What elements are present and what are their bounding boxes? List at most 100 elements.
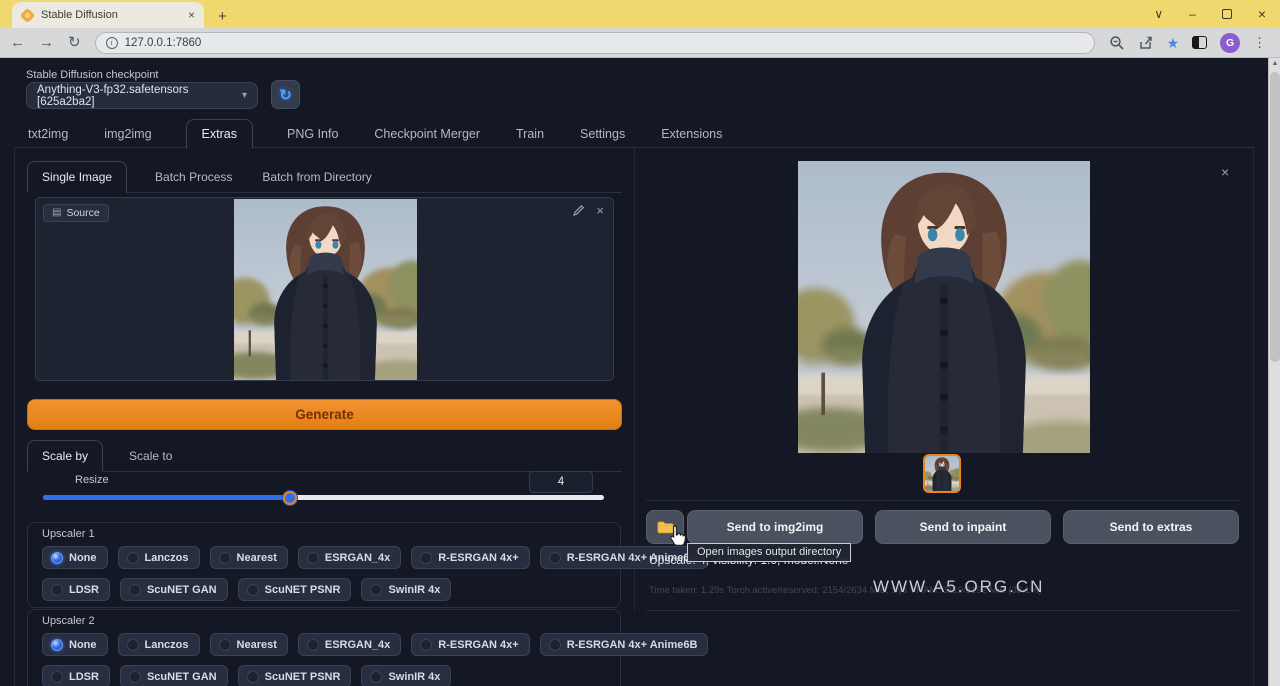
mode-tab-single-image[interactable]: Single Image	[27, 161, 127, 193]
upscaler-option-scunet-psnr[interactable]: ScuNET PSNR	[238, 665, 352, 686]
result-image[interactable]	[798, 161, 1090, 453]
radio-icon[interactable]	[129, 671, 141, 683]
tab-extras[interactable]: Extras	[186, 119, 253, 149]
upscaler-option-swinir-4x[interactable]: SwinIR 4x	[361, 665, 451, 686]
tab-png-info[interactable]: PNG Info	[285, 120, 340, 148]
gallery-thumbnail[interactable]	[923, 454, 961, 493]
close-result-icon[interactable]: ×	[1221, 164, 1229, 180]
radio-icon[interactable]	[51, 639, 63, 651]
source-image	[234, 199, 417, 380]
upscaler-option-scunet-psnr[interactable]: ScuNET PSNR	[238, 578, 352, 601]
upscaler-option-lanczos[interactable]: Lanczos	[118, 633, 200, 656]
tab-img2img[interactable]: img2img	[102, 120, 153, 148]
restore-icon[interactable]	[1222, 9, 1232, 19]
radio-icon[interactable]	[219, 639, 231, 651]
share-icon[interactable]	[1138, 35, 1154, 51]
scrollbar-thumb[interactable]	[1270, 72, 1280, 362]
browser-tab[interactable]: Stable Diffusion ×	[12, 2, 204, 28]
radio-icon[interactable]	[420, 639, 432, 651]
radio-icon[interactable]	[51, 552, 63, 564]
window-chevron-icon[interactable]: ∨	[1154, 8, 1163, 20]
radio-icon[interactable]	[219, 552, 231, 564]
radio-icon[interactable]	[307, 639, 319, 651]
upscaler-option-none[interactable]: None	[42, 633, 108, 656]
upscaler-option-esrgan-4x[interactable]: ESRGAN_4x	[298, 633, 401, 656]
radio-icon[interactable]	[307, 552, 319, 564]
sidepanel-icon[interactable]	[1192, 36, 1207, 49]
radio-icon[interactable]	[129, 584, 141, 596]
radio-icon[interactable]	[127, 639, 139, 651]
mode-tab-batch-process[interactable]: Batch Process	[153, 162, 234, 192]
tab-settings[interactable]: Settings	[578, 120, 627, 148]
back-icon[interactable]: ←	[10, 35, 25, 50]
radio-icon[interactable]	[51, 584, 63, 596]
upscaler-option-swinir-4x[interactable]: SwinIR 4x	[361, 578, 451, 601]
minimize-icon[interactable]: –	[1189, 8, 1196, 20]
site-info-icon[interactable]: i	[106, 37, 118, 49]
radio-icon[interactable]	[127, 552, 139, 564]
resize-value-input[interactable]: 4	[529, 471, 593, 493]
bookmark-star-icon[interactable]: ★	[1167, 36, 1180, 50]
clear-image-icon[interactable]: ×	[596, 204, 604, 217]
send-to-img2img-button[interactable]: Send to img2img	[687, 510, 863, 544]
upscaler-option-ldsr[interactable]: LDSR	[42, 665, 110, 686]
tab-close-icon[interactable]: ×	[188, 8, 195, 22]
column-divider	[634, 148, 635, 611]
upscaler-option-r-esrgan-4x-[interactable]: R-ESRGAN 4x+	[411, 546, 529, 569]
upscaler1-group: Upscaler 1 None Lanczos Nearest ESRGAN_4x R-…	[27, 522, 621, 608]
scale-tab-scale-by[interactable]: Scale by	[27, 440, 103, 472]
menu-dots-icon[interactable]: ⋮	[1253, 35, 1266, 51]
option-label: SwinIR 4x	[388, 671, 440, 683]
refresh-checkpoint-button[interactable]: ↻	[271, 80, 300, 109]
favicon	[21, 9, 34, 22]
radio-icon[interactable]	[549, 552, 561, 564]
profile-avatar[interactable]: G	[1220, 33, 1240, 53]
window-close-icon[interactable]: ×	[1258, 7, 1266, 21]
upscaler-option-lanczos[interactable]: Lanczos	[118, 546, 200, 569]
upscaler-option-r-esrgan-4x-anime6b[interactable]: R-ESRGAN 4x+ Anime6B	[540, 633, 709, 656]
upscaler-option-scunet-gan[interactable]: ScuNET GAN	[120, 578, 228, 601]
tab-title: Stable Diffusion	[41, 9, 181, 21]
extras-tab-content: Single Image Batch Process Batch from Dire…	[14, 147, 1254, 686]
send-to-inpaint-button[interactable]: Send to inpaint	[875, 510, 1051, 544]
page-scrollbar[interactable]: ▲	[1268, 58, 1280, 686]
edit-pencil-icon[interactable]	[572, 204, 585, 217]
send-to-extras-button[interactable]: Send to extras	[1063, 510, 1239, 544]
tab-checkpoint-merger[interactable]: Checkpoint Merger	[372, 120, 482, 148]
upscaler-option-r-esrgan-4x-[interactable]: R-ESRGAN 4x+	[411, 633, 529, 656]
upscaler-option-ldsr[interactable]: LDSR	[42, 578, 110, 601]
resize-slider[interactable]	[43, 495, 604, 500]
scale-tab-scale-to[interactable]: Scale to	[127, 441, 174, 471]
radio-icon[interactable]	[549, 639, 561, 651]
option-label: Nearest	[237, 552, 277, 564]
upscaler-option-nearest[interactable]: Nearest	[210, 546, 288, 569]
hand-cursor	[667, 524, 689, 548]
new-tab-button[interactable]: +	[218, 9, 227, 24]
mode-tab-batch-from-directory[interactable]: Batch from Directory	[260, 162, 373, 192]
zoom-icon[interactable]	[1109, 35, 1125, 51]
source-image-dropzone[interactable]: ▤ Source ×	[35, 197, 614, 381]
tab-train[interactable]: Train	[514, 120, 546, 148]
radio-icon[interactable]	[51, 671, 63, 683]
scroll-up-icon[interactable]: ▲	[1269, 60, 1280, 67]
option-label: R-ESRGAN 4x+	[438, 639, 518, 651]
radio-icon[interactable]	[247, 671, 259, 683]
slider-thumb[interactable]	[283, 491, 297, 505]
checkpoint-dropdown[interactable]: Anything-V3-fp32.safetensors [625a2ba2] …	[26, 82, 258, 109]
radio-icon[interactable]	[370, 671, 382, 683]
generate-button[interactable]: Generate	[27, 399, 622, 430]
tab-txt2img[interactable]: txt2img	[26, 120, 70, 148]
chevron-down-icon: ▾	[242, 90, 247, 101]
upscaler1-label: Upscaler 1	[42, 528, 95, 540]
upscaler-option-nearest[interactable]: Nearest	[210, 633, 288, 656]
radio-icon[interactable]	[370, 584, 382, 596]
upscaler-option-scunet-gan[interactable]: ScuNET GAN	[120, 665, 228, 686]
tab-extensions[interactable]: Extensions	[659, 120, 724, 148]
upscaler-option-none[interactable]: None	[42, 546, 108, 569]
forward-icon[interactable]: →	[39, 35, 54, 50]
reload-icon[interactable]: ↻	[68, 35, 81, 50]
radio-icon[interactable]	[247, 584, 259, 596]
address-bar[interactable]: i 127.0.0.1:7860	[95, 32, 1095, 54]
radio-icon[interactable]	[420, 552, 432, 564]
upscaler-option-esrgan-4x[interactable]: ESRGAN_4x	[298, 546, 401, 569]
